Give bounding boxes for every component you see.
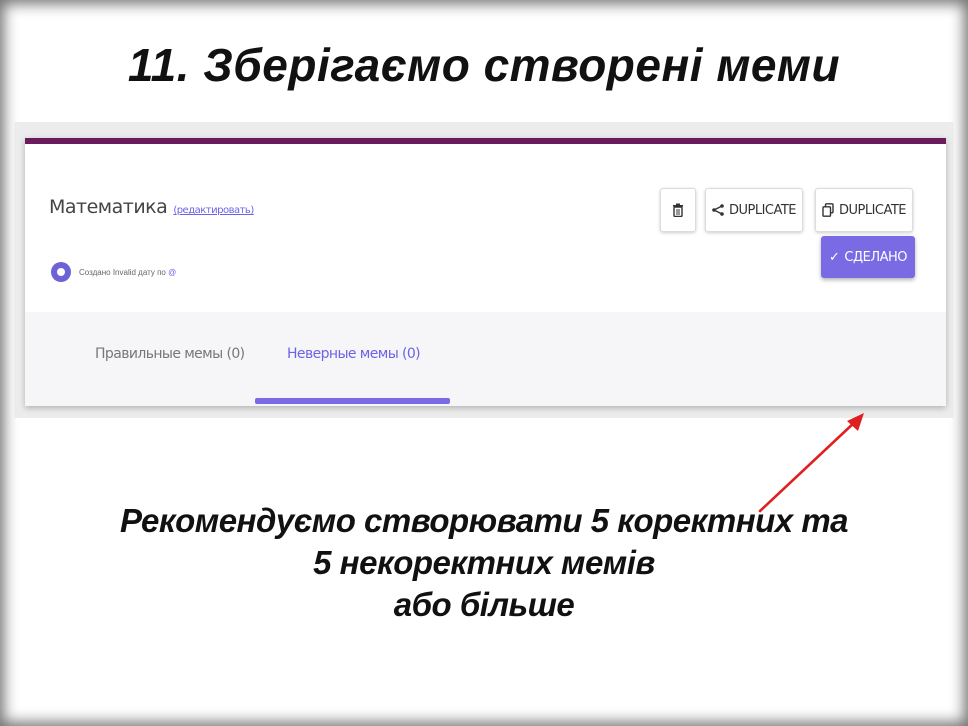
note-line-2: 5 некоректних мемів <box>313 544 655 582</box>
author-text: Создано Invalid дату по @ <box>79 268 176 277</box>
quiz-title: Математика <box>49 196 168 218</box>
duplicate-button[interactable]: DUPLICATE <box>815 188 913 232</box>
quiz-card: Математика (редактировать) Создано Invali… <box>25 138 946 406</box>
share-icon <box>712 204 724 216</box>
done-button[interactable]: ✓ СДЕЛАНО <box>821 236 915 278</box>
check-icon: ✓ <box>828 249 840 265</box>
note-line-3: або більше <box>393 586 575 624</box>
recommendation-text: Рекомендуємо створювати 5 коректних та 5… <box>0 500 968 627</box>
share-button[interactable]: DUPLICATE <box>705 188 803 232</box>
author-link[interactable]: @ <box>168 268 176 277</box>
share-label: DUPLICATE <box>728 202 797 218</box>
done-label: СДЕЛАНО <box>844 249 908 265</box>
tab-correct-memes[interactable]: Правильные мемы (0) <box>95 346 245 362</box>
quiz-title-row: Математика (редактировать) <box>49 196 254 218</box>
author-prefix: Создано Invalid дату по <box>79 267 166 277</box>
delete-button[interactable] <box>660 188 696 232</box>
duplicate-label: DUPLICATE <box>838 202 907 218</box>
slide: 11. Зберігаємо створені меми Математика (… <box>0 0 968 726</box>
trash-icon <box>673 203 683 217</box>
copy-icon <box>822 203 834 217</box>
note-line-1: Рекомендуємо створювати 5 коректних та <box>119 502 849 539</box>
tabs-bar: Правильные мемы (0) Неверные мемы (0) <box>25 312 946 406</box>
slide-title: 11. Зберігаємо створені меми <box>127 39 841 91</box>
avatar <box>51 262 71 282</box>
edit-link[interactable]: (редактировать) <box>173 205 254 216</box>
active-tab-indicator <box>255 398 450 404</box>
author-row: Создано Invalid дату по @ <box>51 262 176 282</box>
tab-wrong-memes[interactable]: Неверные мемы (0) <box>287 346 421 362</box>
screenshot-area: Математика (редактировать) Создано Invali… <box>14 122 954 513</box>
